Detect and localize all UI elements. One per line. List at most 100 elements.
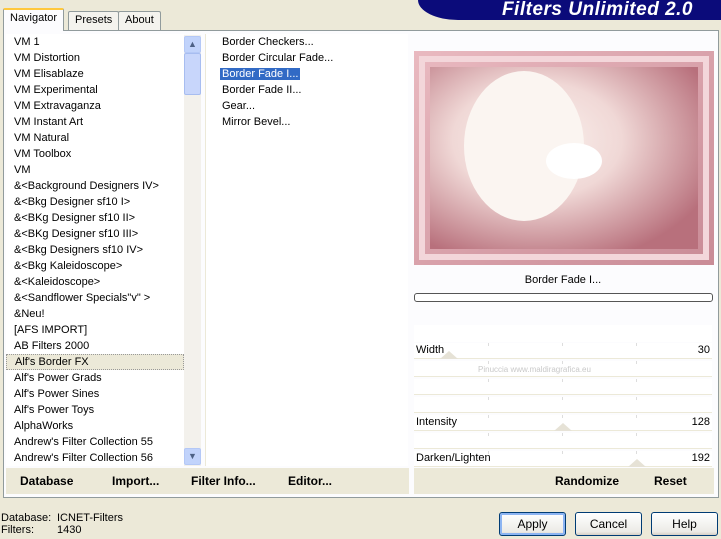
filter-item-label: Mirror Bevel... [222, 116, 291, 128]
category-item[interactable]: VM Elisablaze [6, 66, 184, 82]
category-item[interactable]: &<BKg Designer sf10 II> [6, 210, 184, 226]
apply-button[interactable]: Apply [499, 512, 566, 536]
slider-tick [636, 451, 637, 454]
tab-presets[interactable]: Presets [68, 11, 120, 30]
preview-image [414, 51, 714, 265]
filter-item[interactable]: Border Fade I... [206, 66, 408, 82]
filter-name-label: Border Fade I... [524, 274, 602, 286]
filter-item[interactable]: Border Fade II... [206, 82, 408, 98]
slider-tick [562, 397, 563, 400]
category-item[interactable]: VM Extravaganza [6, 98, 184, 114]
filter-info-button[interactable]: Filter Info... [191, 474, 256, 488]
cancel-button[interactable]: Cancel [575, 512, 642, 536]
category-item[interactable]: VM Toolbox [6, 146, 184, 162]
filter-item-label: Border Circular Fade... [222, 52, 334, 64]
slider-pointer[interactable] [553, 423, 572, 431]
scroll-down-icon[interactable]: ▼ [184, 448, 201, 465]
category-item[interactable]: &<Kaleidoscope> [6, 274, 184, 290]
slider-tick [636, 379, 637, 382]
filter-item[interactable]: Gear... [206, 98, 408, 114]
import-button[interactable]: Import... [112, 474, 159, 488]
slider-tick [488, 415, 489, 418]
slider-label: Intensity [416, 416, 457, 428]
slider-tick [488, 397, 489, 400]
category-item[interactable]: VM 1 [6, 34, 184, 50]
category-item[interactable]: Alf's Border FX [6, 354, 184, 370]
filter-item-label: Border Checkers... [222, 36, 314, 48]
category-item[interactable]: &<Sandflower Specials"v" > [6, 290, 184, 306]
slider-tick [488, 379, 489, 382]
status-area: Database: ICNET-Filters Filters: 1430 [1, 512, 123, 536]
scroll-up-icon[interactable]: ▲ [184, 36, 201, 53]
app-title-banner: Filters Unlimited 2.0 [418, 0, 721, 20]
slider-empty-row [414, 433, 712, 449]
slider-tick [562, 343, 563, 346]
category-item[interactable]: VM Instant Art [6, 114, 184, 130]
slider-tick [488, 361, 489, 364]
category-list[interactable]: VM 1 VM Distortion VM Elisablaze VM Experim… [6, 34, 184, 466]
category-item[interactable]: VM Distortion [6, 50, 184, 66]
filter-item-label: Gear... [222, 100, 256, 112]
slider-tick [636, 397, 637, 400]
slider-label: Darken/Lighten [416, 452, 491, 464]
filter-item-label: Border Fade II... [222, 84, 302, 96]
editor-button[interactable]: Editor... [288, 474, 332, 488]
database-value: ICNET-Filters [57, 512, 123, 524]
category-item[interactable]: VM Natural [6, 130, 184, 146]
slider-width[interactable]: Width 30 [414, 343, 712, 359]
watermark: Pinuccia www.maldiragrafica.eu [478, 365, 591, 374]
category-item[interactable]: Andrew's Filter Collection 55 [6, 434, 184, 450]
category-item[interactable]: Alf's Power Toys [6, 402, 184, 418]
filter-item[interactable]: Mirror Bevel... [206, 114, 408, 130]
slider-tick [488, 433, 489, 436]
category-item[interactable]: &<Bkg Designers sf10 IV> [6, 242, 184, 258]
slider-tick [636, 343, 637, 346]
filter-list[interactable]: Border Checkers... Border Circular Fade..… [205, 34, 408, 466]
category-item[interactable]: VM [6, 162, 184, 178]
bottom-toolbar: Database Import... Filter Info... Editor… [6, 468, 409, 494]
slider-tick [636, 361, 637, 364]
slider-empty-row [414, 397, 712, 413]
category-item[interactable]: AlphaWorks [6, 418, 184, 434]
category-item[interactable]: VM Experimental [6, 82, 184, 98]
database-label: Database: [1, 512, 52, 524]
scroll-thumb[interactable] [184, 53, 201, 95]
database-button[interactable]: Database [20, 474, 73, 488]
slider-tick [636, 415, 637, 418]
tab-about[interactable]: About [118, 11, 161, 30]
slider-empty-row [414, 379, 712, 395]
slider-tick [562, 361, 563, 364]
slider-tick [562, 415, 563, 418]
category-item[interactable]: &<Bkg Designer sf10 I> [6, 194, 184, 210]
filter-item[interactable]: Border Circular Fade... [206, 50, 408, 66]
filters-count: 1430 [57, 524, 82, 536]
category-item[interactable]: &<Background Designers IV> [6, 178, 184, 194]
slider-tick [636, 433, 637, 436]
filter-item[interactable]: Border Checkers... [206, 34, 408, 50]
slider-toolbar: Randomize Reset [414, 468, 714, 494]
slider-spacer [414, 325, 712, 342]
category-item[interactable]: [AFS IMPORT] [6, 322, 184, 338]
slider-intensity[interactable]: Intensity 128 [414, 415, 712, 431]
slider-value: 128 [691, 416, 710, 428]
category-item[interactable]: Alf's Power Sines [6, 386, 184, 402]
category-item[interactable]: Alf's Power Grads [6, 370, 184, 386]
slider-darken-lighten[interactable]: Darken/Lighten 192 [414, 451, 712, 467]
progress-bar [414, 293, 713, 302]
category-scrollbar[interactable]: ▲ ▼ [184, 35, 201, 466]
category-item[interactable]: &<BKg Designer sf10 III> [6, 226, 184, 242]
slider-tick [562, 433, 563, 436]
reset-button[interactable]: Reset [654, 474, 687, 488]
help-button[interactable]: Help [651, 512, 718, 536]
slider-value: 30 [697, 344, 710, 356]
slider-tick [488, 343, 489, 346]
category-item[interactable]: Andrew's Filter Collection 56 [6, 450, 184, 466]
tab-navigator[interactable]: Navigator [3, 8, 65, 31]
category-item[interactable]: &<Bkg Kaleidoscope> [6, 258, 184, 274]
slider-label: Width [416, 344, 445, 356]
slider-tick [562, 451, 563, 454]
category-item[interactable]: &Neu! [6, 306, 184, 322]
slider-pointer[interactable] [627, 459, 646, 467]
randomize-button[interactable]: Randomize [555, 474, 619, 488]
category-item[interactable]: AB Filters 2000 [6, 338, 184, 354]
